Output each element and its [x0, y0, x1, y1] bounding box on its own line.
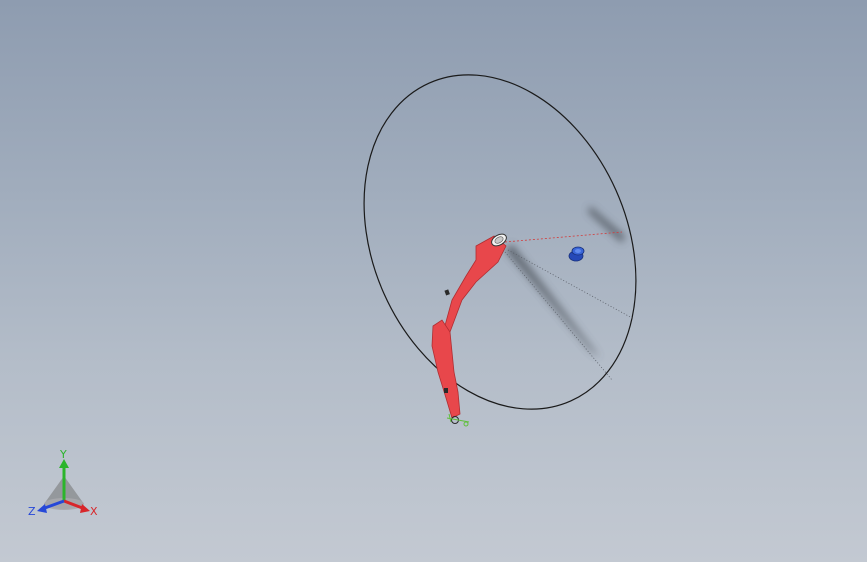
construction-lines: [504, 231, 633, 381]
arm-upper-link[interactable]: [443, 235, 507, 333]
arm-detail: [444, 289, 450, 296]
triad-x-label: X: [90, 505, 98, 518]
arm-detail: [444, 388, 448, 393]
arm-lower-link[interactable]: [431, 319, 461, 419]
graphics-viewport[interactable]: Y X Z: [0, 0, 867, 562]
reference-triad[interactable]: Y X Z: [22, 448, 106, 522]
model-scene[interactable]: [0, 0, 867, 562]
arm-part[interactable]: [431, 232, 508, 427]
shadow-streaks: [505, 206, 625, 358]
triad-y-label: Y: [59, 448, 67, 461]
triad-z-label: Z: [28, 505, 36, 518]
end-effector[interactable]: [446, 413, 470, 427]
blue-knob[interactable]: [568, 246, 585, 262]
